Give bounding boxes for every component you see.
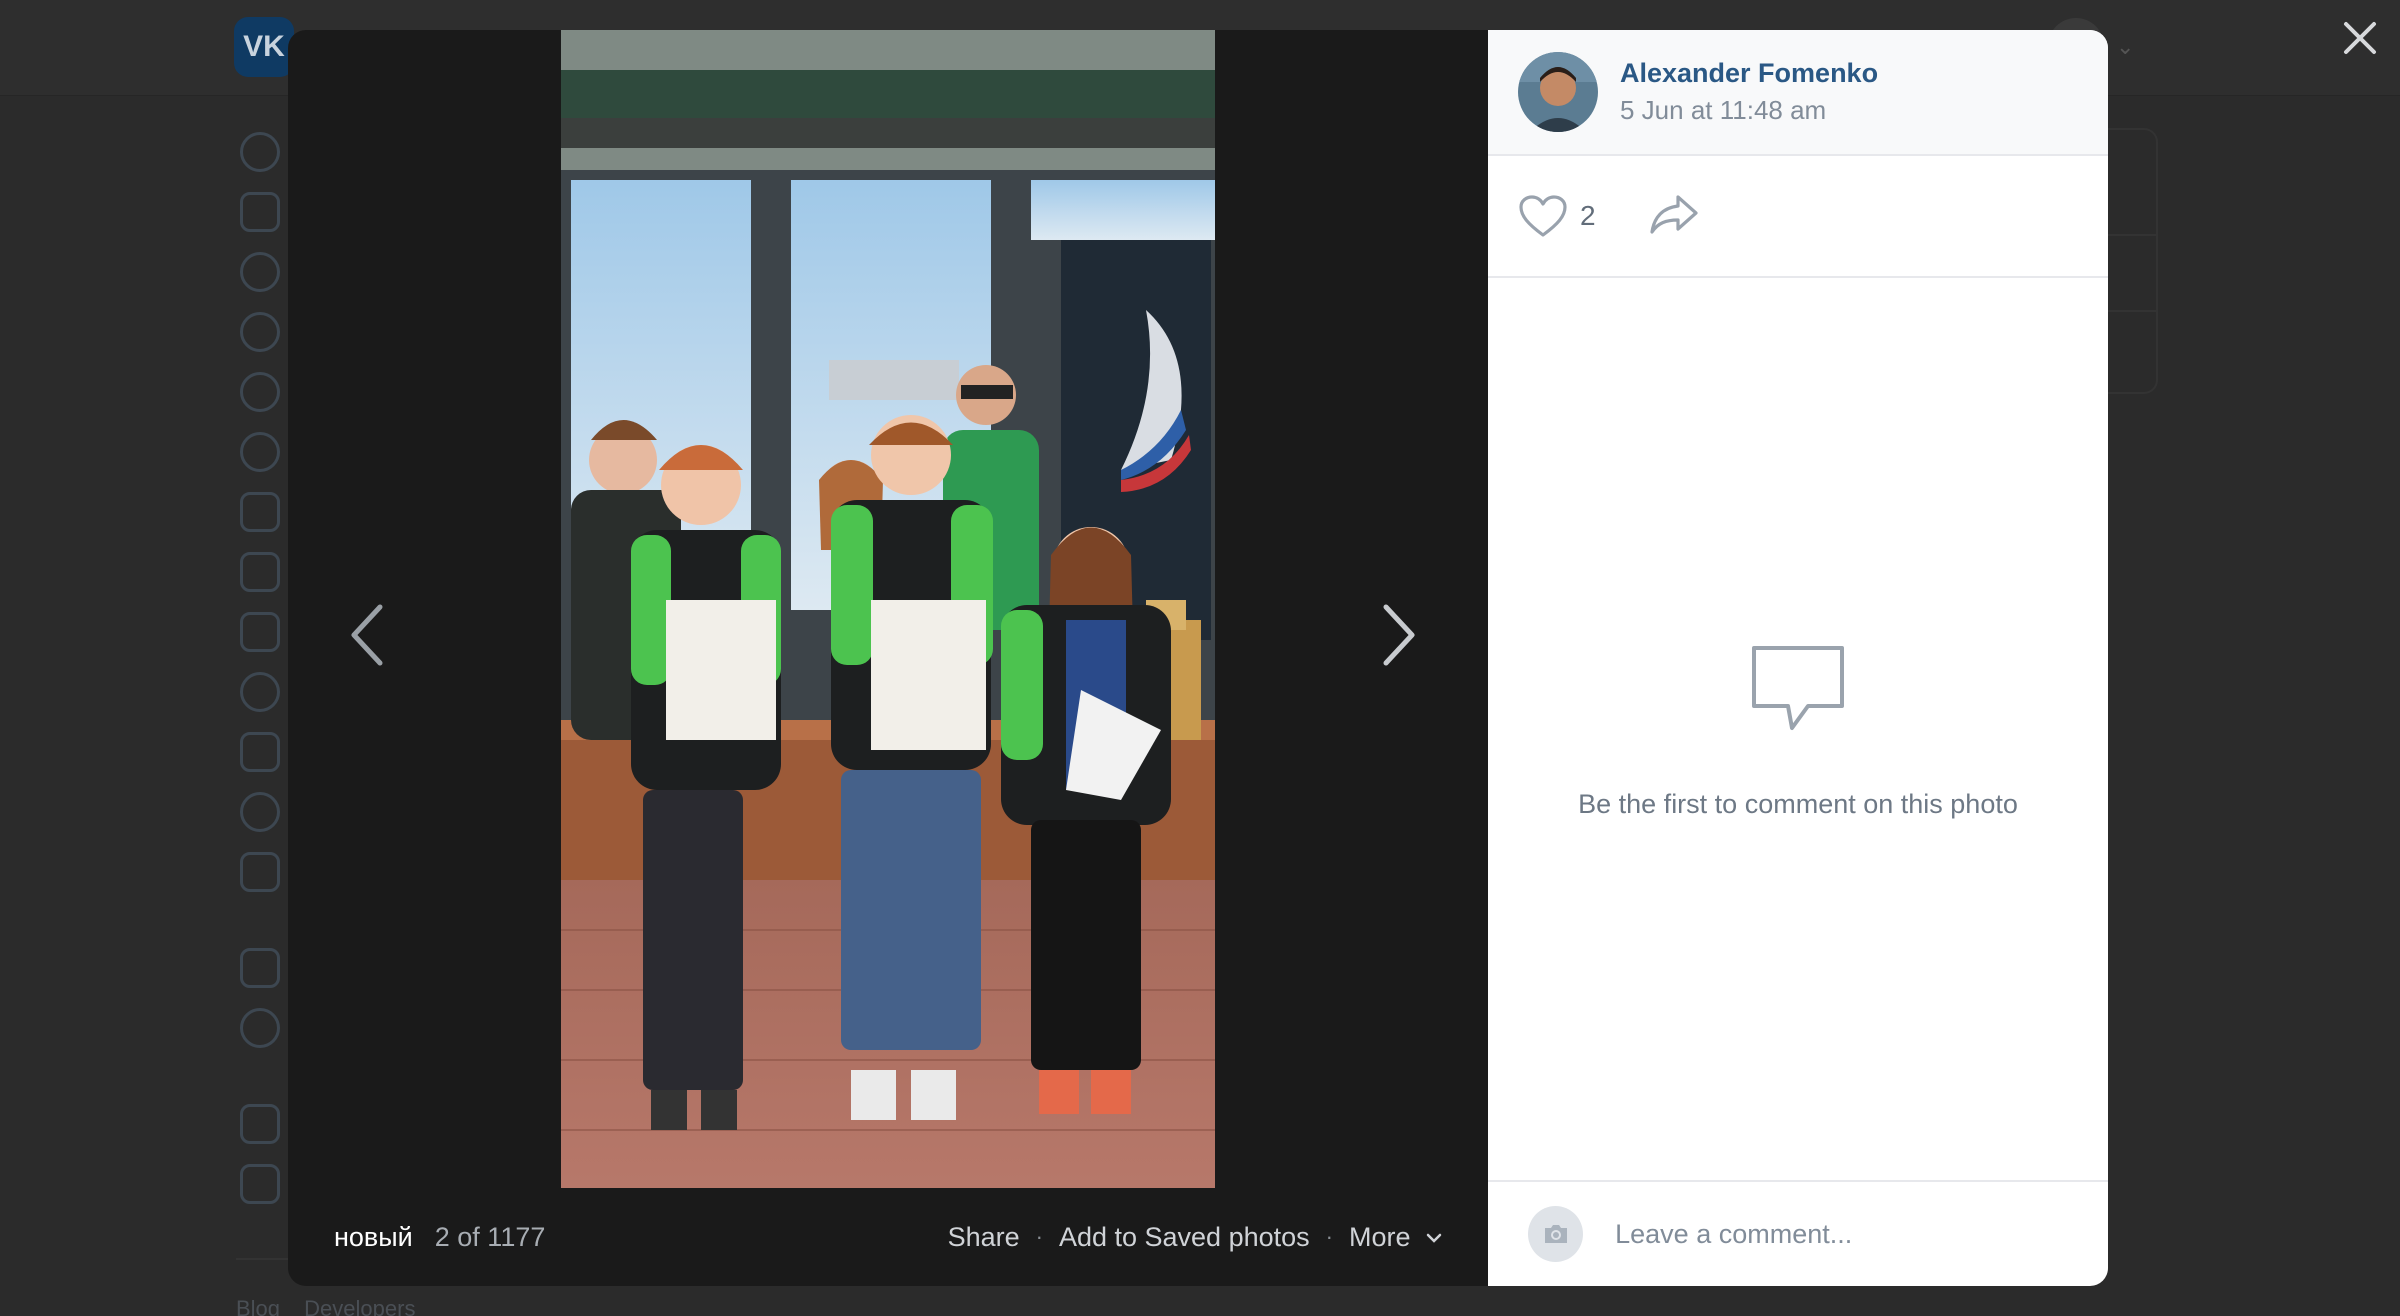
close-icon[interactable] xyxy=(2338,16,2382,60)
footer-link-blog[interactable]: Blog xyxy=(236,1296,280,1316)
empty-comments-text: Be the first to comment on this photo xyxy=(1578,789,2018,819)
share-arrow-icon[interactable] xyxy=(1648,192,1700,241)
photo-details-panel: Alexander Fomenko 5 Jun at 11:48 am 2 Be… xyxy=(1488,30,2108,1286)
friends-icon[interactable] xyxy=(240,372,280,412)
payments-icon[interactable] xyxy=(240,1008,280,1048)
chevron-right-icon[interactable] xyxy=(1368,590,1428,680)
photos-icon[interactable] xyxy=(240,492,280,532)
photo-counter: 2 of 1177 xyxy=(434,1221,546,1252)
video-icon[interactable] xyxy=(240,612,280,652)
album-name[interactable]: новый xyxy=(334,1222,413,1253)
footer-links: Blog Developers xyxy=(236,1296,433,1316)
bookmarks-icon[interactable] xyxy=(240,1104,280,1144)
music-icon[interactable] xyxy=(240,552,280,592)
left-sidebar xyxy=(232,132,288,1224)
photo[interactable] xyxy=(561,30,1215,1188)
profile-icon[interactable] xyxy=(240,132,280,172)
separator: · xyxy=(1325,1224,1333,1249)
author-name[interactable]: Alexander Fomenko xyxy=(1620,55,1878,91)
separator: · xyxy=(1035,1224,1043,1249)
photo-viewer: новый 2 of 1177 Share · Add to Saved pho… xyxy=(288,30,2108,1286)
market-icon[interactable] xyxy=(240,852,280,892)
author-block: Alexander Fomenko 5 Jun at 11:48 am xyxy=(1488,30,2108,156)
apps-icon[interactable] xyxy=(240,948,280,988)
stickers-icon[interactable] xyxy=(240,792,280,832)
footer-link-developers[interactable]: Developers xyxy=(304,1296,415,1316)
post-date[interactable]: 5 Jun at 11:48 am xyxy=(1620,91,1878,129)
ads-icon[interactable] xyxy=(240,1164,280,1204)
heart-icon xyxy=(1519,195,1567,237)
chevron-down-icon[interactable]: ⌄ xyxy=(2116,34,2134,60)
reactions-bar: 2 xyxy=(1488,156,2108,278)
comment-input[interactable] xyxy=(1615,1218,2068,1250)
photo-bottom-bar: новый 2 of 1177 Share · Add to Saved pho… xyxy=(288,1188,1488,1286)
more-button[interactable]: More xyxy=(1349,1222,1442,1253)
chevron-left-icon[interactable] xyxy=(338,590,398,680)
comment-box xyxy=(1488,1180,2108,1286)
messages-icon[interactable] xyxy=(240,252,280,292)
author-avatar[interactable] xyxy=(1518,52,1598,132)
like-button[interactable]: 2 xyxy=(1518,194,1596,238)
photo-actions: Share · Add to Saved photos · More xyxy=(948,1222,1442,1253)
news-icon[interactable] xyxy=(240,192,280,232)
chevron-down-icon xyxy=(1426,1234,1442,1244)
comments-empty-icon xyxy=(1752,646,1844,730)
vk-logo[interactable]: VK xyxy=(234,17,294,77)
share-button[interactable]: Share xyxy=(948,1222,1020,1253)
camera-icon[interactable] xyxy=(1528,1206,1584,1262)
like-count: 2 xyxy=(1580,200,1596,231)
add-to-saved-button[interactable]: Add to Saved photos xyxy=(1059,1222,1310,1253)
calls-icon[interactable] xyxy=(240,312,280,352)
games-icon[interactable] xyxy=(240,732,280,772)
communities-icon[interactable] xyxy=(240,432,280,472)
clips-icon[interactable] xyxy=(240,672,280,712)
comments-empty-state: Be the first to comment on this photo xyxy=(1488,640,2108,820)
photo-pane: новый 2 of 1177 Share · Add to Saved pho… xyxy=(288,30,1488,1286)
more-label: More xyxy=(1348,1221,1411,1252)
